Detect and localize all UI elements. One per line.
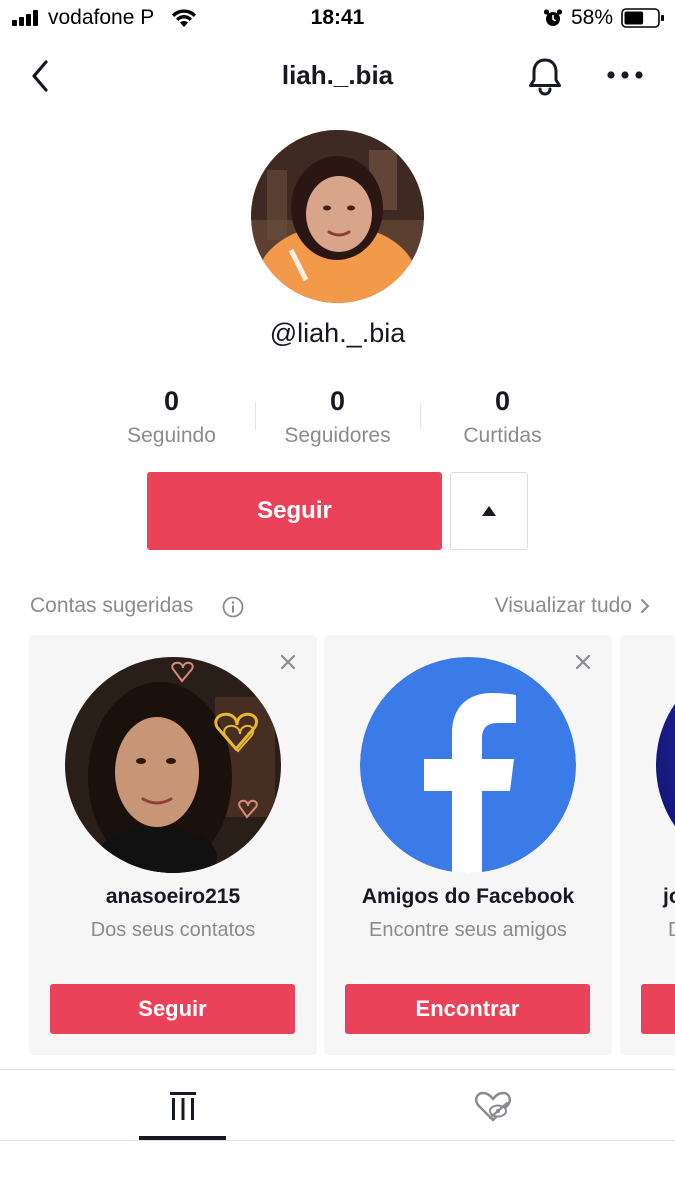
chevron-right-icon <box>641 599 650 613</box>
stat-likes[interactable]: 0 Curtidas <box>420 384 585 448</box>
profile-avatar[interactable] <box>251 130 424 303</box>
profile-stats: 0 Seguindo 0 Seguidores 0 Curtidas <box>89 384 586 454</box>
suggested-avatar[interactable] <box>656 657 675 873</box>
bell-icon[interactable] <box>526 56 564 96</box>
suggested-subtitle: Encontre seus amigos <box>369 919 567 941</box>
suggested-accounts-title: Contas sugeridas <box>30 594 194 617</box>
suggested-card[interactable]: jo D <box>620 635 675 1055</box>
suggested-name: anasoeiro215 <box>105 885 241 908</box>
page-title: liah._.bia <box>281 60 394 90</box>
suggested-card[interactable]: anasoeiro215 Dos seus contatos Seguir <box>29 635 317 1055</box>
stat-followers[interactable]: 0 Seguidores <box>255 384 420 448</box>
tabs-bottom-divider <box>0 1140 675 1141</box>
see-all-label: Visualizar tudo <box>494 594 632 617</box>
stat-followers-label: Seguidores <box>284 424 391 447</box>
suggested-name: jo <box>663 885 675 908</box>
info-icon[interactable] <box>222 596 244 618</box>
profile-username: @liah._.bia <box>269 318 406 348</box>
liked-hidden-icon <box>475 1091 511 1122</box>
stat-likes-label: Curtidas <box>463 424 542 447</box>
close-icon[interactable] <box>574 653 592 671</box>
suggested-accounts-header: Contas sugeridas Visualizar tudo <box>30 594 650 624</box>
alarm-icon <box>543 9 563 26</box>
profile-header: liah._.bia <box>0 46 675 106</box>
suggested-subtitle: Dos seus contatos <box>90 919 256 941</box>
suggested-follow-button[interactable]: Seguir <box>50 984 295 1034</box>
videos-grid-icon <box>170 1092 196 1120</box>
see-all-link[interactable]: Visualizar tudo <box>495 594 650 618</box>
stat-followers-count: 0 <box>329 386 346 416</box>
battery-percentage: 58% <box>571 6 614 29</box>
facebook-logo-icon[interactable] <box>360 657 576 873</box>
tab-liked[interactable] <box>337 1070 674 1140</box>
suggested-follow-button[interactable] <box>641 984 675 1034</box>
more-options-icon[interactable] <box>604 58 646 92</box>
suggested-avatar[interactable] <box>65 657 281 873</box>
follow-button[interactable]: Seguir <box>147 472 442 550</box>
suggested-name: Amigos do Facebook <box>361 885 575 908</box>
suggested-card-facebook[interactable]: Amigos do Facebook Encontre seus amigos … <box>324 635 612 1055</box>
suggested-toggle-button[interactable] <box>450 472 528 550</box>
stat-likes-count: 0 <box>494 386 511 416</box>
status-bar: vodafone P 18:41 58% <box>0 0 675 38</box>
stat-following[interactable]: 0 Seguindo <box>89 384 254 448</box>
tab-videos[interactable] <box>0 1070 337 1140</box>
stat-following-label: Seguindo <box>127 424 216 447</box>
close-icon[interactable] <box>279 653 297 671</box>
find-friends-button[interactable]: Encontrar <box>345 984 590 1034</box>
caret-up-icon <box>482 506 496 516</box>
stat-following-count: 0 <box>163 386 180 416</box>
battery-icon <box>621 8 664 28</box>
suggested-subtitle: D <box>668 919 675 942</box>
